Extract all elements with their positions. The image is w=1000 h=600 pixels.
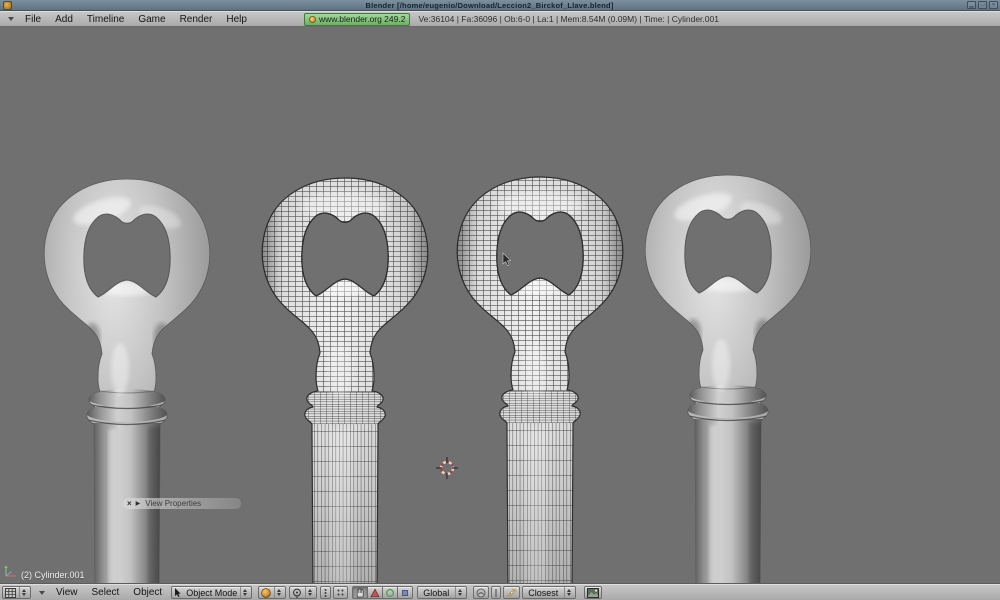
menu-object[interactable]: Object <box>126 587 169 598</box>
view-properties-panel[interactable]: × ▶ View Properties <box>123 498 241 509</box>
minimize-button[interactable]: ▁ <box>967 1 976 9</box>
mode-dropdown-label: Object Mode <box>186 587 238 598</box>
scale-square-icon <box>402 589 409 596</box>
key-object-smooth-2[interactable] <box>645 175 811 584</box>
maximize-button[interactable]: □ <box>978 1 987 9</box>
proportional-edit-button[interactable] <box>473 586 490 599</box>
key-object-wireframe-2[interactable] <box>455 175 625 584</box>
menu-select[interactable]: Select <box>85 587 127 598</box>
key-object-smooth-1[interactable] <box>44 179 210 584</box>
panel-close-icon[interactable]: × <box>127 499 132 508</box>
window-titlebar[interactable]: Blender [/home/eugenio/Download/Leccion2… <box>0 0 1000 11</box>
falloff-button[interactable] <box>491 586 502 599</box>
menu-file[interactable]: File <box>18 14 48 25</box>
active-object-label: (2) Cylinder.001 <box>21 570 85 580</box>
manipulator-hand-toggle[interactable] <box>352 586 369 599</box>
scene-statistics: Ve:36104 | Fa:36096 | Ob:6-0 | La:1 | Me… <box>418 14 719 24</box>
manipulator-translate-toggle[interactable] <box>367 586 384 599</box>
proportional-edit-icon <box>476 588 486 597</box>
hand-icon <box>357 588 364 598</box>
cursor-3d-icon <box>436 457 458 479</box>
orientation-dropdown[interactable]: Global <box>417 586 468 599</box>
window-title: Blender [/home/eugenio/Download/Leccion2… <box>365 0 614 10</box>
dots-column-icon <box>324 588 327 597</box>
render-image-icon <box>587 587 600 598</box>
menu-timeline[interactable]: Timeline <box>80 14 131 25</box>
version-label: www.blender.org 249.2 <box>318 14 406 24</box>
blender-version-badge[interactable]: www.blender.org 249.2 <box>303 12 411 26</box>
orientation-label: Global <box>423 587 450 598</box>
draw-type-sphere-icon <box>261 587 271 598</box>
mode-stepper[interactable] <box>240 587 249 598</box>
pivot-dropdown[interactable] <box>289 586 318 599</box>
blender-org-icon <box>308 15 316 23</box>
manipulator-rotate-toggle[interactable] <box>382 586 399 599</box>
blender-window: Blender [/home/eugenio/Download/Leccion2… <box>0 0 1000 600</box>
editor-type-button[interactable] <box>2 586 31 599</box>
translate-triangle-icon <box>370 587 380 597</box>
menu-help[interactable]: Help <box>219 14 254 25</box>
panel-expand-icon[interactable]: ▶ <box>136 501 141 507</box>
panel-title: View Properties <box>145 499 202 508</box>
viewport-3d[interactable]: × ▶ View Properties (2) Cylinder.001 <box>0 27 1000 584</box>
viewport-header: View Select Object Object Mode Global Cl… <box>0 584 1000 600</box>
pivot-stepper[interactable] <box>305 587 314 598</box>
snap-button[interactable] <box>503 586 521 599</box>
orientation-stepper[interactable] <box>455 587 464 598</box>
menu-game[interactable]: Game <box>131 14 172 25</box>
snap-mode-dropdown[interactable]: Closest <box>522 586 577 599</box>
snap-magnet-icon <box>506 587 518 598</box>
editor-type-stepper[interactable] <box>19 587 28 598</box>
snap-mode-label: Closest <box>528 587 559 598</box>
snap-mode-stepper[interactable] <box>564 587 573 598</box>
key-object-wireframe-1[interactable] <box>260 176 430 584</box>
manipulator-scale-toggle[interactable] <box>397 586 414 599</box>
header-collapse-icon[interactable] <box>8 17 14 21</box>
pivot-point-icon <box>293 588 302 598</box>
draw-type-dropdown[interactable] <box>258 586 287 599</box>
close-button[interactable]: × <box>989 1 998 9</box>
rotate-circle-icon <box>386 588 395 597</box>
editor-grid-icon <box>5 587 16 598</box>
separator-dots-icon <box>495 588 497 597</box>
render-preview-button[interactable] <box>584 586 603 599</box>
mode-dropdown[interactable]: Object Mode <box>171 586 253 599</box>
mode-pointer-icon <box>175 587 181 597</box>
dots-grid-icon <box>337 589 344 596</box>
menu-render[interactable]: Render <box>173 14 220 25</box>
info-header: File Add Timeline Game Render Help www.b… <box>0 11 1000 27</box>
menu-view[interactable]: View <box>49 587 85 598</box>
mini-axis-gizmo-icon <box>4 565 16 577</box>
menu-add[interactable]: Add <box>48 14 80 25</box>
draw-type-stepper[interactable] <box>274 587 283 598</box>
manipulator-toggle-button[interactable] <box>320 586 332 599</box>
viewport-header-collapse-icon[interactable] <box>39 590 45 595</box>
blender-app-icon <box>3 0 12 10</box>
mouse-cursor-icon <box>502 252 512 267</box>
manipulator-axes-button[interactable] <box>333 586 349 599</box>
